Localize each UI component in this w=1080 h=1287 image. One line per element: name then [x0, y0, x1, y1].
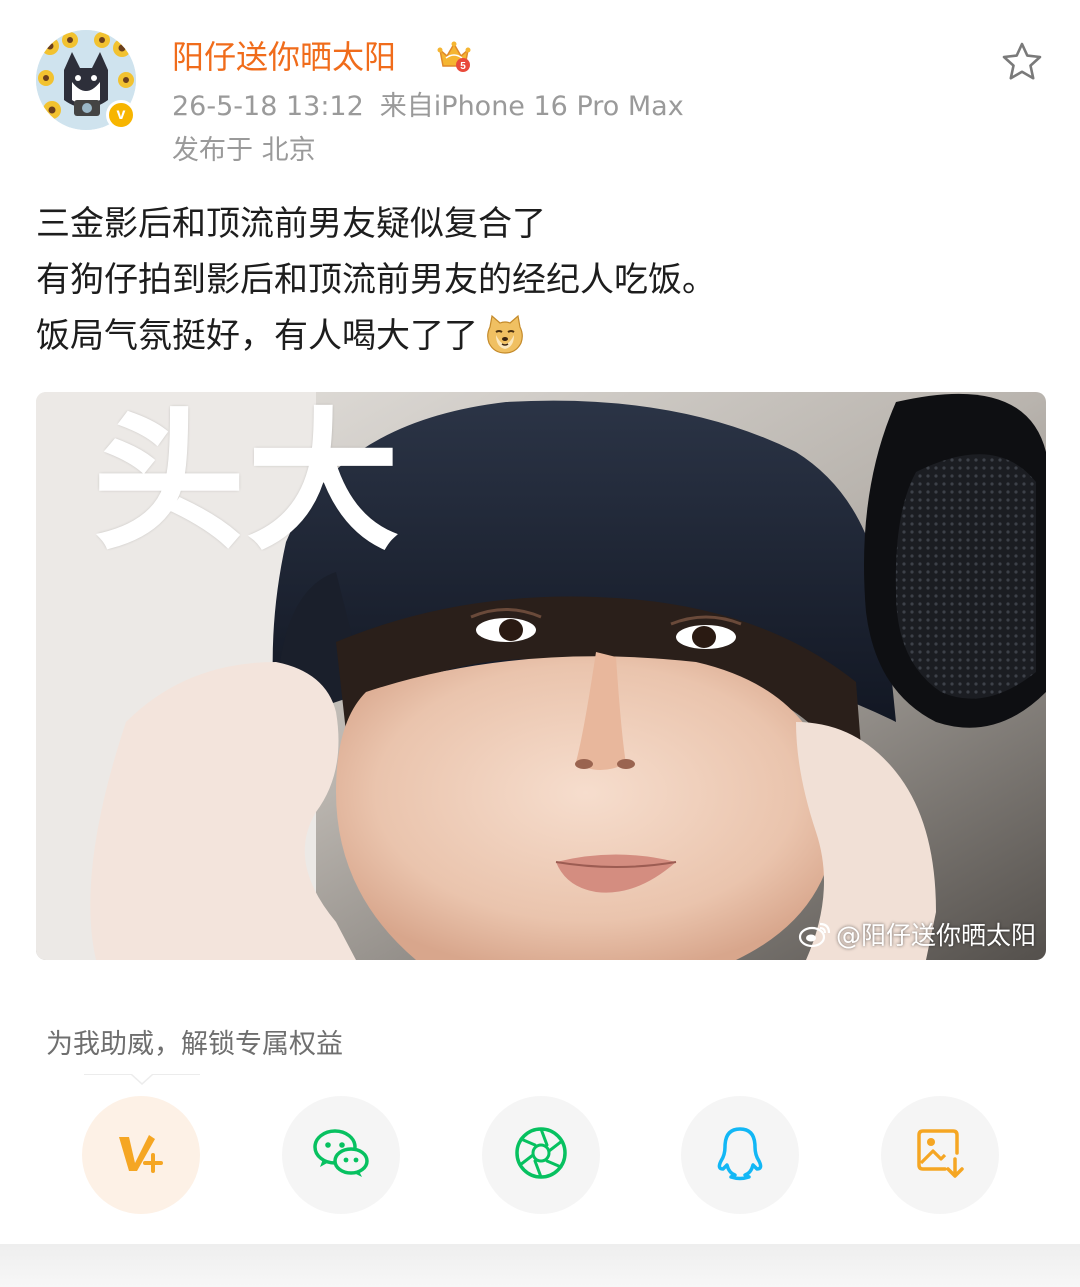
post-source: 来自iPhone 16 Pro Max [379, 91, 684, 122]
star-outline-icon[interactable] [1000, 40, 1044, 88]
share-qq-button[interactable] [681, 1096, 799, 1214]
post-line: 饭局气氛挺好，有人喝大了了 [36, 316, 478, 356]
vplus-button[interactable] [82, 1096, 200, 1214]
post-location: 发布于 北京 [172, 135, 316, 166]
tooltip-arrow [131, 1074, 153, 1085]
qq-icon [715, 1125, 765, 1185]
post-text: 三金影后和顶流前男友疑似复合了 有狗仔拍到影后和顶流前男友的经纪人吃饭。 饭局气… [36, 196, 1046, 364]
doge-emoji-icon [484, 313, 526, 355]
verified-badge-icon: v [106, 100, 136, 130]
share-row [0, 1096, 1080, 1216]
save-image-button[interactable] [881, 1096, 999, 1214]
vplus-icon [113, 1129, 169, 1181]
save-image-icon [915, 1127, 965, 1183]
crown-level-icon[interactable]: 5 [436, 40, 472, 78]
post-line: 有狗仔拍到影后和顶流前男友的经纪人吃饭。 [36, 260, 716, 300]
watermark-text: @阳仔送你晒太阳 [835, 921, 1036, 950]
post-line-with-emoji: 饭局气氛挺好，有人喝大了了 [36, 308, 1046, 364]
username[interactable]: 阳仔送你晒太阳 [172, 36, 396, 78]
post-line: 三金影后和顶流前男友疑似复合了 [36, 204, 546, 244]
image-caption: 头大 [93, 396, 403, 570]
image-watermark: @阳仔送你晒太阳 [798, 916, 1036, 952]
post-meta: 26-5-18 13:12 来自iPhone 16 Pro Max [172, 88, 684, 126]
moments-icon [513, 1125, 569, 1185]
share-moments-button[interactable] [482, 1096, 600, 1214]
wechat-icon [311, 1127, 371, 1183]
share-wechat-button[interactable] [282, 1096, 400, 1214]
post-image[interactable]: 头大 @阳仔送你晒太阳 [36, 392, 1046, 960]
crown-level: 5 [460, 61, 466, 72]
timestamp: 26-5-18 13:12 [172, 91, 364, 122]
bottom-bar [0, 1244, 1080, 1287]
weibo-logo-icon [798, 920, 832, 948]
boost-prompt[interactable]: 为我助威，解锁专属权益 [46, 1026, 343, 1064]
